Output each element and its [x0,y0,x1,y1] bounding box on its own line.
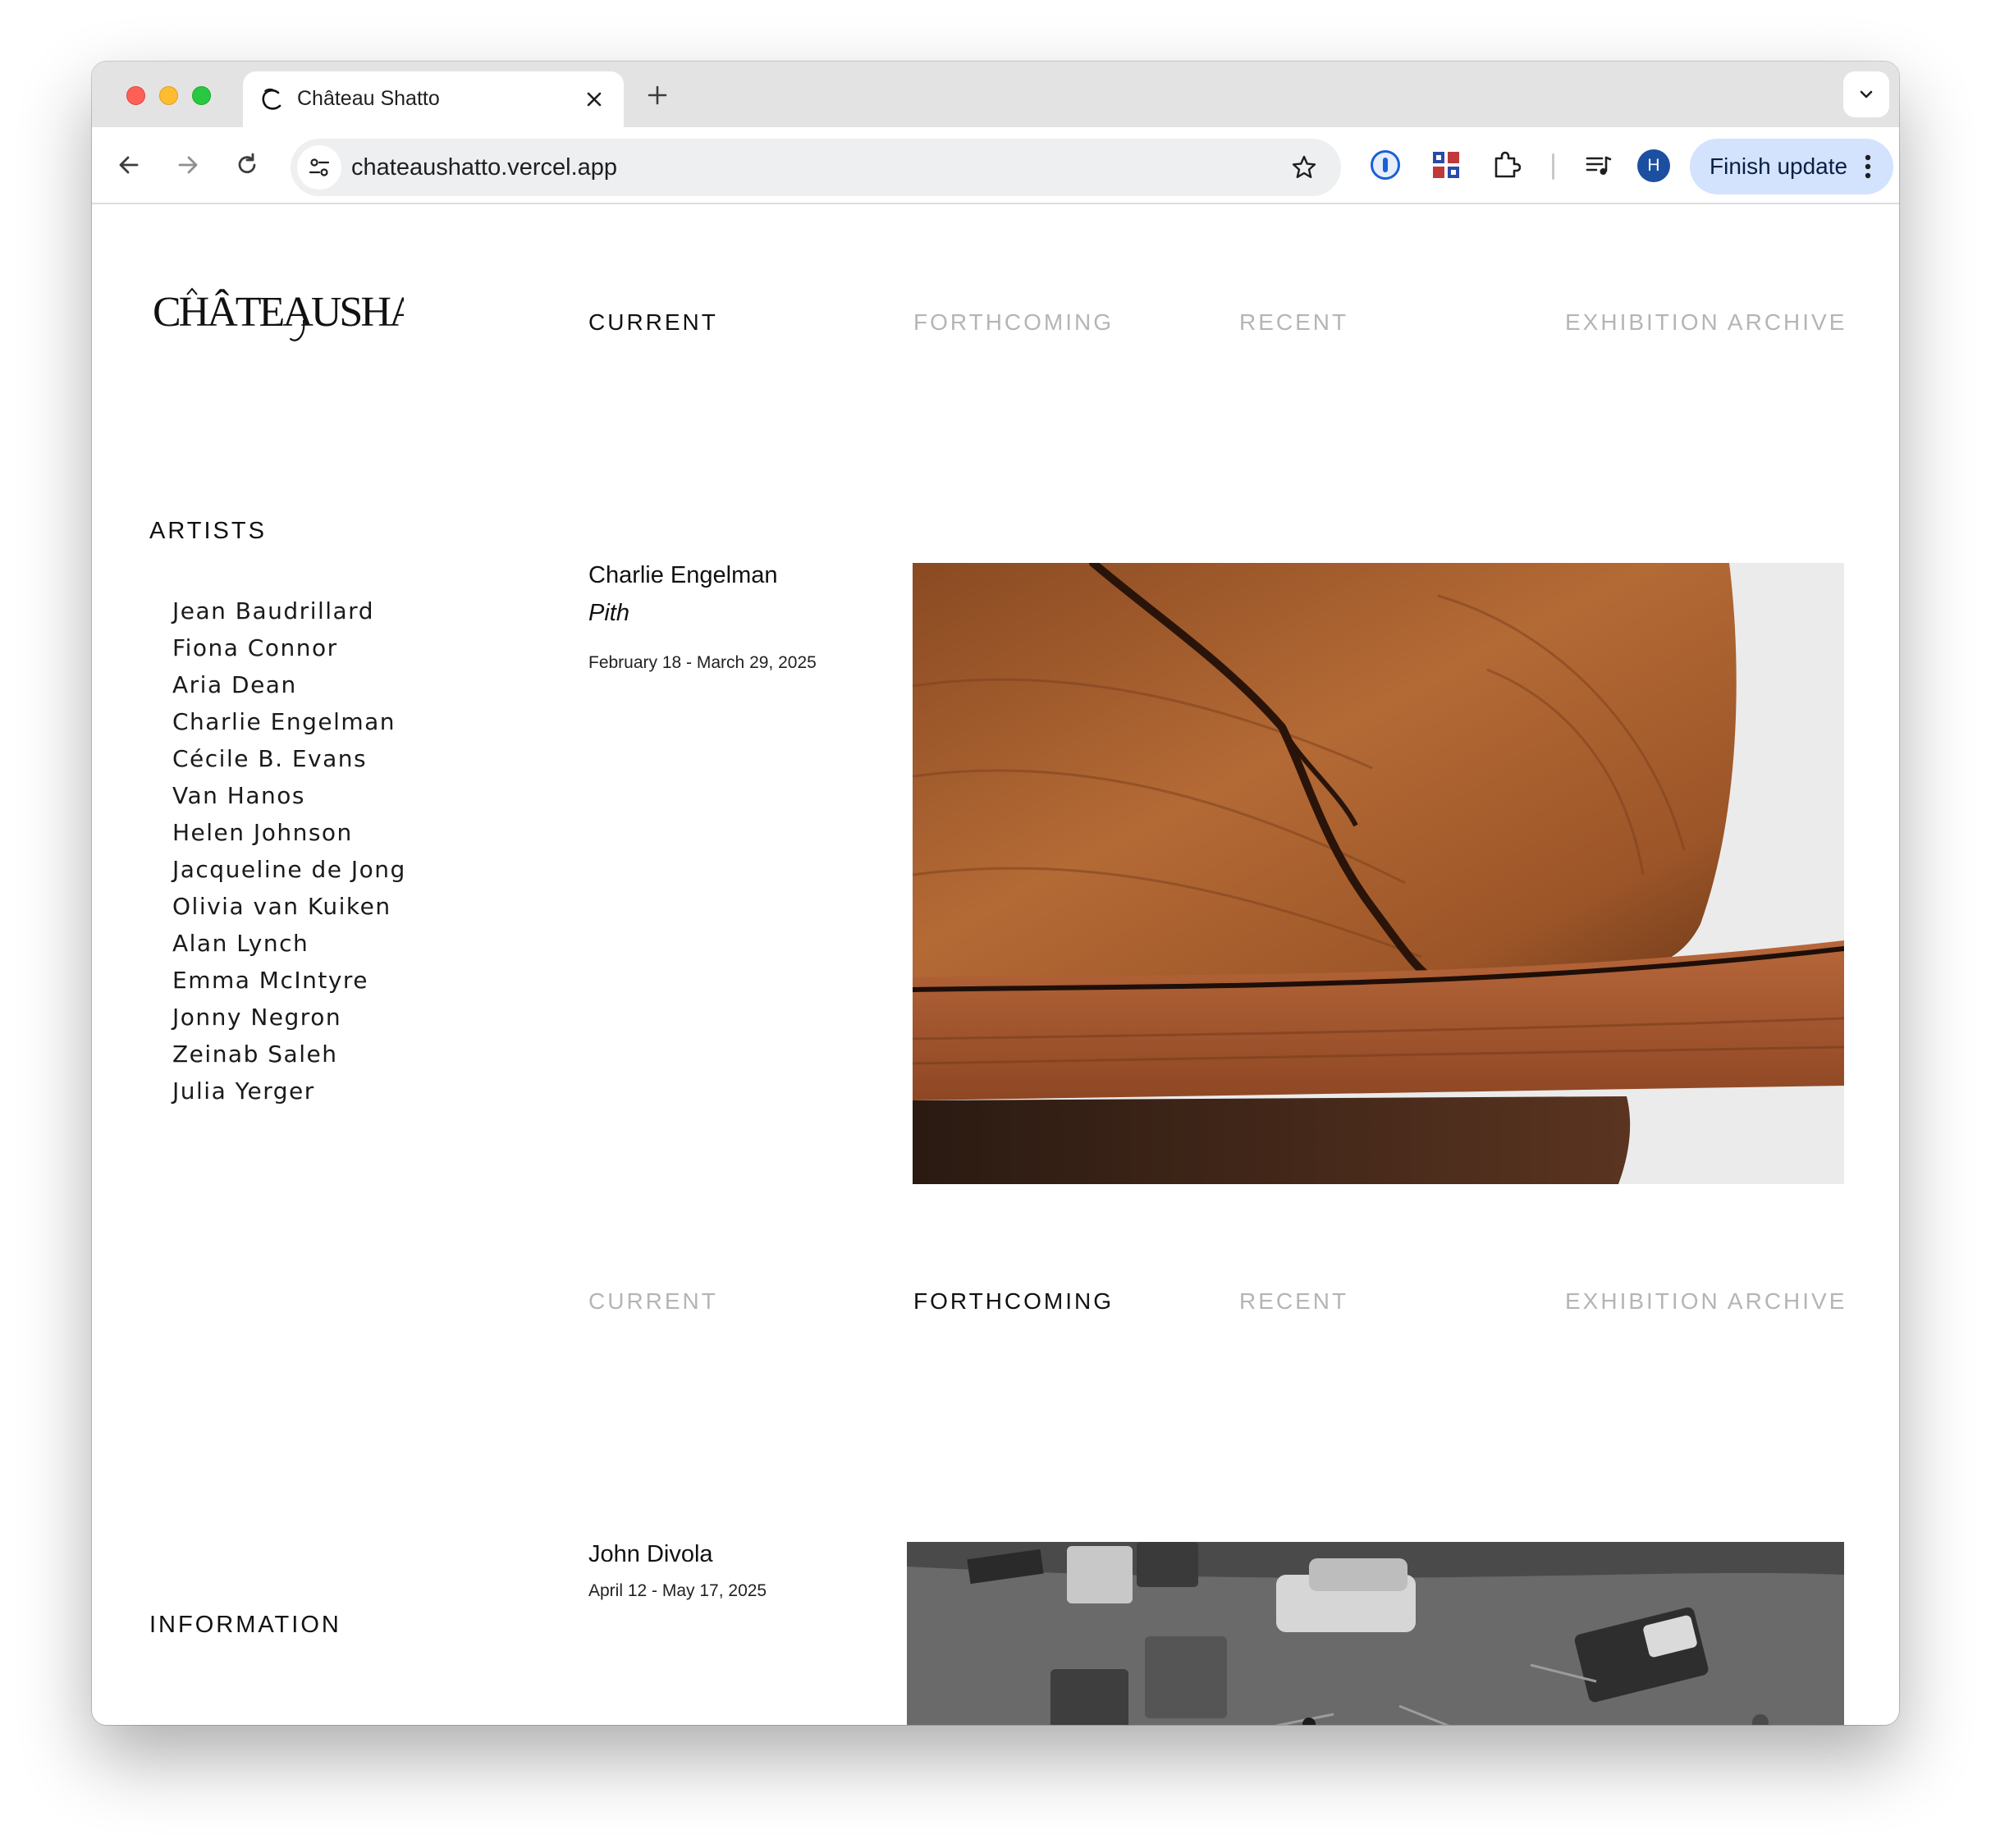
nav-recent-link[interactable]: RECENT [1239,1288,1348,1315]
artist-link[interactable]: Jonny Negron [172,999,406,1036]
current-exhibition-dates: February 18 - March 29, 2025 [588,653,817,672]
new-tab-icon[interactable] [645,83,670,107]
site-info-icon [309,158,330,176]
forthcoming-exhibition-artist[interactable]: John Divola [588,1541,713,1568]
tab-strip: Château Shatto [92,62,1899,127]
password-manager-icon[interactable] [1371,150,1400,180]
artist-link[interactable]: Alan Lynch [172,925,406,962]
media-controls-icon[interactable] [1584,151,1613,181]
nav-current-link[interactable]: CURRENT [588,1288,718,1315]
artist-link[interactable]: Emma McIntyre [172,962,406,999]
artists-heading[interactable]: ARTISTS [149,518,267,545]
chevron-down-icon [1860,90,1873,98]
more-menu-icon[interactable] [1864,153,1872,180]
profile-avatar[interactable]: H [1637,149,1670,182]
forward-icon[interactable] [174,151,202,179]
nav-recent-link[interactable]: RECENT [1239,309,1348,336]
close-tab-icon[interactable] [584,89,604,109]
tab-search-button[interactable] [1843,71,1889,117]
web-page: CHÂTEAUSHATTO CURRENT FORTHCOMING RECENT… [92,206,1899,1725]
address-bar[interactable]: chateaushatto.vercel.app [291,139,1341,196]
forthcoming-exhibition-dates: April 12 - May 17, 2025 [588,1581,767,1600]
nav-archive-link[interactable]: EXHIBITION ARCHIVE [1565,309,1847,336]
toolbar-divider [1552,153,1554,180]
artist-link[interactable]: Van Hanos [172,777,406,814]
nav-current-link[interactable]: CURRENT [588,309,718,336]
minimize-window-button[interactable] [159,86,178,105]
extension-grid-icon[interactable] [1431,150,1461,180]
artist-link[interactable]: Julia Yerger [172,1073,406,1109]
artist-link[interactable]: Zeinab Saleh [172,1036,406,1073]
current-exhibition-image[interactable] [913,563,1844,1184]
nav-archive-link[interactable]: EXHIBITION ARCHIVE [1565,1288,1847,1315]
information-heading[interactable]: INFORMATION [149,1612,341,1639]
artist-link[interactable]: Charlie Engelman [172,703,406,740]
nav-forthcoming-link[interactable]: FORTHCOMING [913,1288,1114,1315]
maximize-window-button[interactable] [192,86,211,105]
artist-link[interactable]: Jacqueline de Jong [172,851,406,888]
artist-list: Jean Baudrillard Fiona Connor Aria Dean … [172,592,406,1109]
browser-toolbar: chateaushatto.vercel.app H Finish update [92,127,1899,204]
extensions-puzzle-icon[interactable] [1491,150,1521,180]
current-exhibition-artist[interactable]: Charlie Engelman [588,562,778,589]
reload-icon[interactable] [233,151,261,179]
artist-link[interactable]: Jean Baudrillard [172,592,406,629]
url-text: chateaushatto.vercel.app [351,154,618,181]
browser-window: Château Shatto chateaushatto.vercel.app … [92,62,1899,1725]
finish-update-button[interactable]: Finish update [1690,139,1893,194]
tab-title: Château Shatto [297,87,440,110]
close-window-button[interactable] [126,86,145,105]
site-favicon-icon [262,88,281,110]
current-exhibition-title[interactable]: Pith [588,600,629,627]
junkyard-photo-image [907,1542,1844,1725]
nav-forthcoming-link[interactable]: FORTHCOMING [913,309,1114,336]
back-icon[interactable] [115,151,143,179]
artist-link[interactable]: Aria Dean [172,666,406,703]
finish-update-label: Finish update [1710,153,1848,179]
exhibition-nav-second: CURRENT FORTHCOMING RECENT EXHIBITION AR… [92,1288,1899,1321]
artist-link[interactable]: Fiona Connor [172,629,406,666]
forthcoming-exhibition-image[interactable] [907,1542,1844,1725]
artist-link[interactable]: Helen Johnson [172,814,406,851]
screenshot-stage: Château Shatto chateaushatto.vercel.app … [0,0,1991,1848]
exhibition-nav-top: CURRENT FORTHCOMING RECENT EXHIBITION AR… [92,309,1899,342]
wood-sculpture-image [913,563,1844,1184]
browser-tab[interactable]: Château Shatto [243,71,624,127]
bookmark-star-icon[interactable] [1290,153,1318,181]
artist-link[interactable]: Olivia van Kuiken [172,888,406,925]
site-info-button[interactable] [297,145,341,190]
artist-link[interactable]: Cécile B. Evans [172,740,406,777]
